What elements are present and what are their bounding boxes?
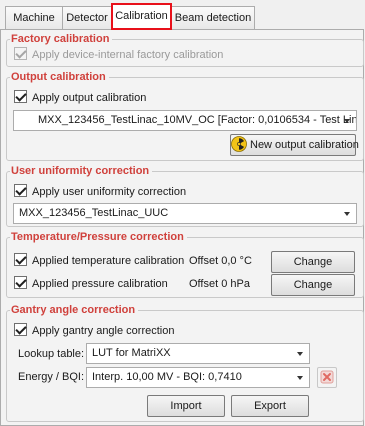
chevron-down-icon bbox=[344, 212, 350, 216]
factory-calibration-group: Factory calibration Apply device-interna… bbox=[6, 32, 364, 67]
export-button[interactable]: Export bbox=[231, 395, 309, 417]
uniformity-correction-group: User uniformity correction Apply user un… bbox=[6, 164, 364, 227]
lookup-table-selected: LUT for MatriXX bbox=[92, 347, 171, 359]
temp-pressure-group: Temperature/Pressure correction Applied … bbox=[6, 230, 364, 298]
factory-calibration-title: Factory calibration bbox=[10, 32, 113, 46]
temperature-change-button[interactable]: Change bbox=[271, 251, 355, 273]
uniformity-checkbox-label: Apply user uniformity correction bbox=[32, 186, 187, 198]
pressure-offset: Offset 0 hPa bbox=[189, 278, 250, 290]
lookup-table-label: Lookup table: bbox=[18, 348, 85, 360]
factory-checkbox-box bbox=[14, 47, 27, 60]
temperature-checkbox-label: Applied temperature calibration bbox=[32, 255, 185, 267]
temperature-checkbox[interactable]: Applied temperature calibration bbox=[14, 253, 184, 269]
uniformity-checkbox-box[interactable] bbox=[14, 184, 27, 197]
lookup-table-select[interactable]: LUT for MatriXX bbox=[86, 343, 310, 364]
tab-machine[interactable]: Machine bbox=[5, 6, 63, 29]
calibration-panel: Factory calibration Apply device-interna… bbox=[0, 29, 364, 426]
uniformity-correction-title: User uniformity correction bbox=[10, 164, 153, 178]
energy-bqi-select[interactable]: Interp. 10,00 MV - BQI: 0,7410 bbox=[86, 367, 310, 388]
chevron-down-icon bbox=[297, 376, 303, 380]
output-calibration-select[interactable]: MXX_123456_TestLinac_10MV_OC [Factor: 0,… bbox=[13, 110, 357, 131]
output-calibration-title: Output calibration bbox=[10, 70, 109, 84]
new-output-calibration-label: New output calibration bbox=[250, 139, 359, 151]
tab-detector[interactable]: Detector bbox=[62, 6, 112, 29]
energy-bqi-label: Energy / BQI: bbox=[18, 371, 85, 383]
gantry-checkbox-box[interactable] bbox=[14, 323, 27, 336]
tab-beam-detection[interactable]: Beam detection bbox=[171, 6, 255, 29]
temp-pressure-title: Temperature/Pressure correction bbox=[10, 230, 187, 244]
gantry-angle-title: Gantry angle correction bbox=[10, 303, 139, 317]
temperature-offset: Offset 0,0 °C bbox=[189, 255, 252, 267]
import-button[interactable]: Import bbox=[147, 395, 225, 417]
output-checkbox-label: Apply output calibration bbox=[32, 92, 147, 104]
pressure-checkbox-label: Applied pressure calibration bbox=[32, 278, 168, 290]
new-output-calibration-button[interactable]: New output calibration bbox=[230, 134, 359, 156]
energy-bqi-selected: Interp. 10,00 MV - BQI: 0,7410 bbox=[92, 371, 242, 383]
gantry-checkbox-label: Apply gantry angle correction bbox=[32, 325, 175, 337]
chevron-down-icon bbox=[297, 352, 303, 356]
output-calibration-selected: MXX_123456_TestLinac_10MV_OC [Factor: 0,… bbox=[38, 114, 357, 126]
uniformity-correction-selected: MXX_123456_TestLinac_UUC bbox=[19, 207, 169, 219]
delete-energy-button[interactable] bbox=[317, 367, 337, 388]
temperature-checkbox-box[interactable] bbox=[14, 253, 27, 266]
uniformity-correction-select[interactable]: MXX_123456_TestLinac_UUC bbox=[13, 203, 357, 224]
pressure-checkbox-box[interactable] bbox=[14, 276, 27, 289]
pressure-change-button[interactable]: Change bbox=[271, 274, 355, 296]
tab-bar: Machine Detector Calibration Beam detect… bbox=[0, 0, 365, 30]
output-calibration-checkbox[interactable]: Apply output calibration bbox=[14, 90, 146, 106]
gantry-angle-checkbox[interactable]: Apply gantry angle correction bbox=[14, 323, 174, 339]
gantry-angle-group: Gantry angle correction Apply gantry ang… bbox=[6, 303, 364, 422]
pressure-checkbox[interactable]: Applied pressure calibration bbox=[14, 276, 168, 292]
factory-calibration-checkbox: Apply device-internal factory calibratio… bbox=[14, 47, 223, 63]
delete-icon bbox=[320, 370, 334, 384]
tab-calibration[interactable]: Calibration bbox=[111, 3, 172, 30]
radiation-icon bbox=[231, 136, 247, 152]
chevron-down-icon bbox=[344, 119, 350, 123]
output-calibration-group: Output calibration Apply output calibrat… bbox=[6, 70, 364, 161]
output-checkbox-box[interactable] bbox=[14, 90, 27, 103]
uniformity-correction-checkbox[interactable]: Apply user uniformity correction bbox=[14, 184, 186, 200]
factory-checkbox-label: Apply device-internal factory calibratio… bbox=[32, 49, 224, 61]
